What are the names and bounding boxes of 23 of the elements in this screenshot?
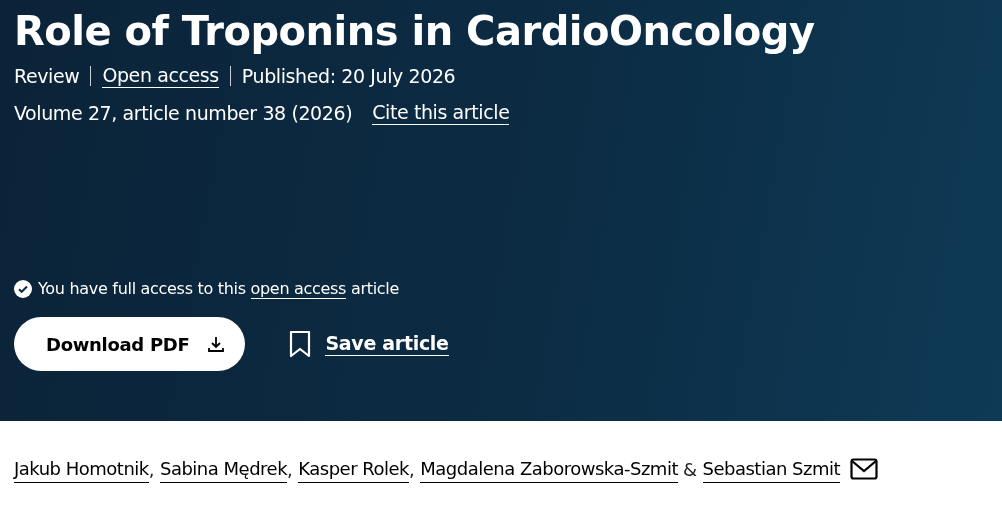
author-link[interactable]: Kasper Rolek bbox=[298, 455, 410, 483]
author-link[interactable]: Magdalena Zaborowska-Szmit bbox=[420, 455, 678, 483]
author-link[interactable]: Sebastian Szmit bbox=[702, 455, 841, 483]
download-icon bbox=[207, 335, 226, 353]
separator-text: & bbox=[682, 457, 697, 482]
separator-text: , bbox=[148, 457, 154, 482]
citation-text: Volume 27, article number 38 (2026) bbox=[14, 100, 353, 126]
article-title: Role of Troponins in CardioOncology bbox=[14, 7, 816, 56]
author-link[interactable]: Sabina Mędrek bbox=[160, 455, 288, 483]
author-link[interactable]: Jakub Homotnik bbox=[14, 455, 149, 483]
save-article-link[interactable]: Save article bbox=[325, 332, 449, 356]
separator-text: , bbox=[287, 457, 293, 482]
bookmark-icon bbox=[289, 330, 312, 358]
meta-label: Review bbox=[14, 64, 80, 89]
check-circle-icon bbox=[14, 280, 32, 298]
meta-label: Published: 20 July 2026 bbox=[241, 64, 456, 89]
download-pdf-button[interactable]: Download PDF bbox=[14, 317, 246, 371]
open-access-link[interactable]: Open access bbox=[102, 64, 219, 89]
separator-text: , bbox=[409, 457, 415, 482]
cite-link[interactable]: Cite this article bbox=[372, 100, 510, 125]
open-access-link[interactable]: open access bbox=[250, 279, 347, 299]
access-note: You have full access to this open access article bbox=[38, 278, 399, 301]
mail-icon[interactable] bbox=[850, 458, 879, 480]
